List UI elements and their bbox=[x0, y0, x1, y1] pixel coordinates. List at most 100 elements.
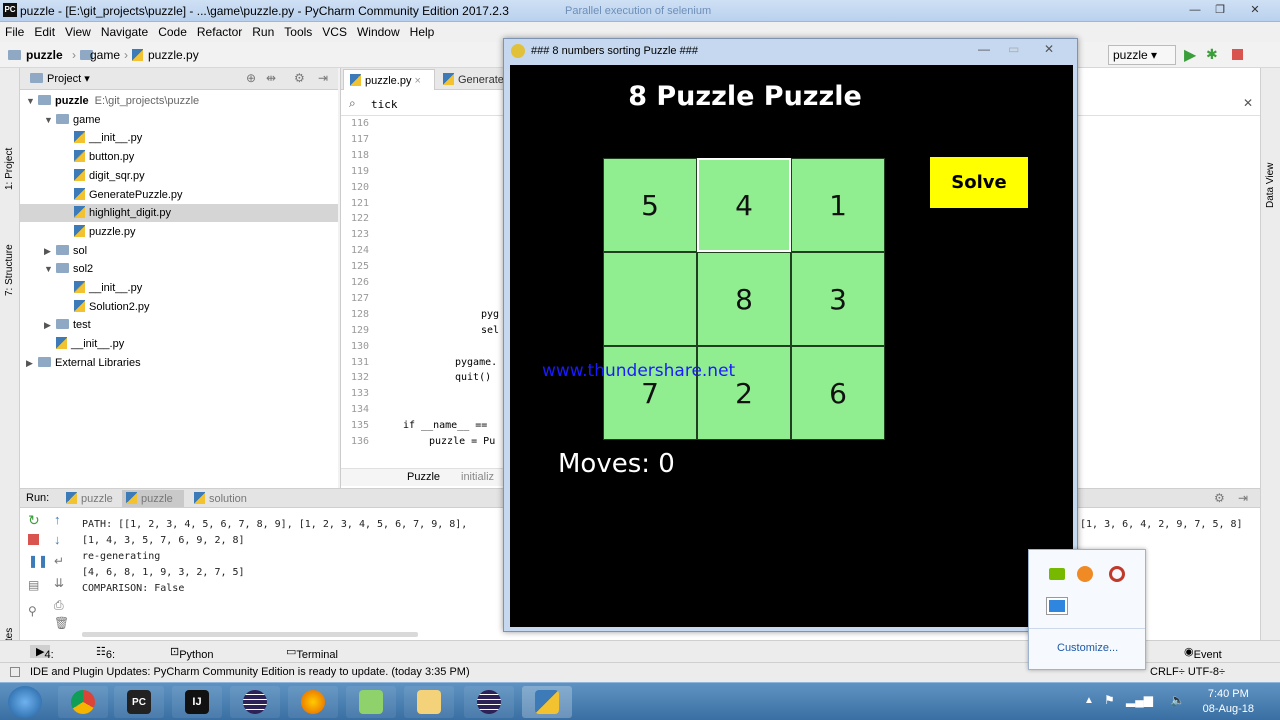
chevron-right-icon[interactable]: ▶ bbox=[26, 354, 38, 372]
python-taskbar-icon[interactable] bbox=[522, 686, 572, 718]
close-button[interactable]: ✕ bbox=[1245, 3, 1265, 17]
data-view-tab[interactable]: Data View bbox=[1265, 163, 1276, 208]
run-icon[interactable]: ▶ bbox=[1184, 45, 1196, 65]
minimize-button[interactable]: — bbox=[1185, 3, 1205, 17]
pygame-maximize-button[interactable]: ▭ bbox=[1008, 42, 1019, 56]
tree-item[interactable]: highlight_digit.py bbox=[20, 204, 338, 223]
menu-run[interactable]: Run bbox=[247, 22, 279, 42]
puzzle-tile[interactable]: 4 bbox=[697, 158, 791, 252]
menu-file[interactable]: File bbox=[0, 22, 29, 42]
chevron-down-icon[interactable]: ▼ bbox=[44, 260, 56, 278]
run-tab-solution[interactable]: solution bbox=[190, 490, 270, 507]
maximize-button[interactable]: ❐ bbox=[1210, 3, 1230, 17]
tree-item[interactable]: __init__.py bbox=[20, 129, 142, 147]
status-icon[interactable] bbox=[10, 667, 20, 677]
pause-icon[interactable]: ❚❚ bbox=[28, 554, 48, 568]
rerun-icon[interactable]: ↻ bbox=[28, 512, 40, 529]
volume-icon[interactable]: 🔈 bbox=[1170, 693, 1185, 707]
layout-icon[interactable]: ▤ bbox=[28, 578, 39, 592]
trash-icon[interactable]: 🗑 bbox=[54, 616, 69, 630]
run-tab-puzzle-1[interactable]: puzzle bbox=[62, 490, 120, 507]
sync-tray-icon[interactable] bbox=[1109, 566, 1125, 582]
tree-item[interactable]: button.py bbox=[20, 148, 134, 166]
debug-icon[interactable]: ✱ bbox=[1206, 46, 1218, 63]
breadcrumb-game[interactable]: game bbox=[90, 48, 120, 62]
scroll-end-icon[interactable]: ⇊ bbox=[54, 576, 64, 590]
eclipse2-taskbar-icon[interactable] bbox=[464, 686, 514, 718]
chevron-right-icon[interactable]: ▶ bbox=[44, 316, 56, 334]
stop-icon[interactable] bbox=[1232, 49, 1243, 60]
tree-item[interactable]: ▶ sol bbox=[20, 242, 87, 260]
intellij-taskbar-icon[interactable]: IJ bbox=[172, 686, 222, 718]
stop-run-icon[interactable] bbox=[28, 534, 39, 545]
wrap-icon[interactable]: ↵ bbox=[54, 554, 64, 568]
tool-python-console[interactable]: ⊡ Python Console bbox=[170, 645, 220, 673]
puzzle-tile[interactable]: 8 bbox=[697, 252, 791, 346]
empty-tile[interactable] bbox=[603, 252, 697, 346]
status-message[interactable]: IDE and Plugin Updates: PyCharm Communit… bbox=[30, 666, 470, 678]
run-config-select[interactable]: puzzle ▾ bbox=[1108, 45, 1176, 65]
menu-refactor[interactable]: Refactor bbox=[192, 22, 247, 42]
menu-view[interactable]: View bbox=[60, 22, 96, 42]
breadcrumb-file[interactable]: puzzle.py bbox=[148, 48, 199, 62]
firefox-taskbar-icon[interactable] bbox=[288, 686, 338, 718]
tool-run[interactable]: ▶ 4: Run bbox=[30, 645, 65, 673]
close-find-icon[interactable]: ✕ bbox=[1243, 96, 1253, 110]
notepad-taskbar-icon[interactable] bbox=[346, 686, 396, 718]
tree-item[interactable]: puzzle.py bbox=[20, 223, 135, 241]
chevron-right-icon[interactable]: ▶ bbox=[44, 242, 56, 260]
tree-item[interactable]: ▼ game bbox=[20, 111, 101, 129]
menu-code[interactable]: Code bbox=[153, 22, 192, 42]
network-icon[interactable]: ▂▄▆ bbox=[1126, 693, 1153, 707]
show-hidden-icons[interactable]: ▲ bbox=[1084, 695, 1094, 706]
console-h-scrollbar[interactable] bbox=[82, 632, 418, 637]
explorer-taskbar-icon[interactable] bbox=[404, 686, 454, 718]
run-settings-icon[interactable]: ⚙ bbox=[1214, 491, 1225, 505]
tab-puzzle-py[interactable]: puzzle.py × bbox=[343, 69, 435, 90]
project-view-select[interactable]: Project ▾ bbox=[30, 72, 90, 85]
encoding-status[interactable]: CRLF÷ UTF-8÷ bbox=[1150, 666, 1225, 678]
menu-window[interactable]: Window bbox=[352, 22, 405, 42]
tool-event-log[interactable]: ◉ Event Log bbox=[1184, 645, 1222, 673]
puzzle-tile[interactable]: 6 bbox=[791, 346, 885, 440]
puzzle-tile[interactable]: 3 bbox=[791, 252, 885, 346]
chevron-down-icon[interactable]: ▼ bbox=[44, 111, 56, 129]
customize-link[interactable]: Customize... bbox=[1057, 642, 1118, 654]
hide-icon[interactable]: ⇥ bbox=[318, 71, 328, 85]
search-input[interactable]: tick bbox=[371, 98, 398, 111]
menu-tools[interactable]: Tools bbox=[279, 22, 317, 42]
pin-icon[interactable]: ⚲ bbox=[28, 604, 37, 618]
gear-icon[interactable]: ⚙ bbox=[294, 71, 305, 85]
tree-item[interactable]: ▶ External Libraries bbox=[20, 354, 141, 372]
tree-item[interactable]: __init__.py bbox=[20, 335, 124, 353]
menu-vcs[interactable]: VCS bbox=[317, 22, 352, 42]
taskbar-clock[interactable]: 7:40 PM 08-Aug-18 bbox=[1203, 687, 1254, 717]
tree-item[interactable]: ▼ puzzle E:\git_projects\puzzle bbox=[20, 92, 199, 110]
action-center-icon[interactable]: ⚑ bbox=[1104, 693, 1115, 707]
tree-item[interactable]: ▼ sol2 bbox=[20, 260, 93, 278]
pygame-title-bar[interactable]: ### 8 numbers sorting Puzzle ### — ▭ ✕ bbox=[504, 39, 1077, 63]
run-hide-icon[interactable]: ⇥ bbox=[1238, 491, 1248, 505]
tree-item[interactable]: ▶ test bbox=[20, 316, 91, 334]
run-tab-puzzle-2[interactable]: puzzle bbox=[122, 490, 184, 507]
puzzle-tile[interactable]: 1 bbox=[791, 158, 885, 252]
tree-item[interactable]: Solution2.py bbox=[20, 298, 150, 316]
nvidia-icon[interactable] bbox=[1049, 568, 1065, 580]
game-canvas[interactable]: 8 Puzzle Puzzle 54183726 Solve www.thund… bbox=[510, 65, 1073, 627]
structure-tool-tab[interactable]: 7: Structure bbox=[4, 244, 15, 296]
chrome-taskbar-icon[interactable] bbox=[58, 686, 108, 718]
breadcrumb-puzzle[interactable]: puzzle bbox=[26, 48, 63, 62]
tree-item[interactable]: GeneratePuzzle.py bbox=[20, 186, 183, 204]
tree-item[interactable]: __init__.py bbox=[20, 279, 142, 297]
tool-todo[interactable]: ☷ 6: TODO bbox=[96, 645, 137, 673]
pygame-close-button[interactable]: ✕ bbox=[1044, 42, 1054, 56]
screen-recorder-icon[interactable] bbox=[1046, 597, 1068, 615]
eclipse-taskbar-icon[interactable] bbox=[230, 686, 280, 718]
tree-item[interactable]: digit_sqr.py bbox=[20, 167, 145, 185]
code-editor[interactable]: puzzle.py × Generate ⌕ tick 116 117 118 119… bbox=[340, 68, 506, 488]
menu-edit[interactable]: Edit bbox=[29, 22, 60, 42]
menu-help[interactable]: Help bbox=[405, 22, 440, 42]
start-button[interactable] bbox=[8, 686, 42, 718]
sync-icon[interactable]: ⊕ bbox=[246, 71, 256, 85]
collapse-icon[interactable]: ⇹ bbox=[266, 71, 276, 85]
